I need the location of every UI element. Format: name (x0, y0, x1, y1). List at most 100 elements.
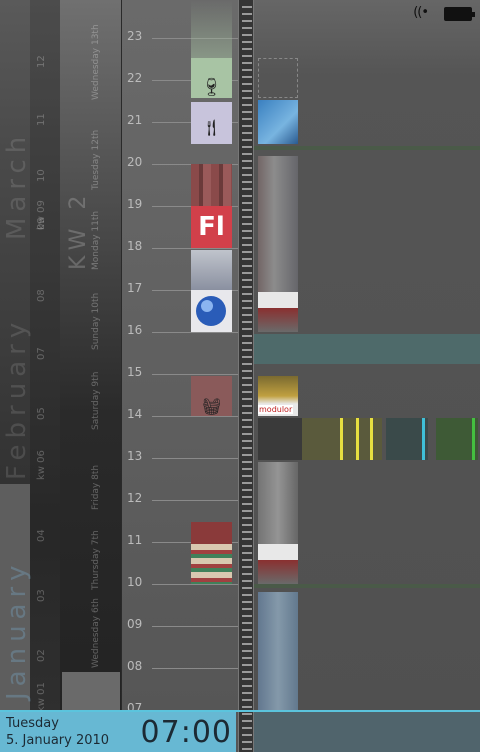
ruler-tick (242, 237, 252, 239)
ruler-tick (242, 405, 252, 407)
photo-streak (258, 592, 298, 710)
ruler-tick (242, 230, 252, 232)
current-weekday: Tuesday (6, 716, 59, 731)
ruler-tick (242, 104, 252, 106)
ruler-tick (242, 328, 252, 330)
ruler-tick (242, 125, 252, 127)
storefront-photo-2[interactable] (258, 544, 298, 584)
event-app[interactable] (191, 290, 232, 332)
current-date-panel[interactable]: Tuesday 5. January 2010 07:00 (0, 712, 236, 752)
ruler-tick (242, 664, 252, 666)
week-day-label: Saturday 9th (91, 371, 101, 430)
timeline-bar[interactable] (258, 418, 302, 460)
ruler-tick (242, 307, 252, 309)
current-time: 07:00 (140, 715, 232, 750)
day-number: 02 (36, 649, 47, 662)
calendar-week-label: KW 2 (66, 189, 91, 270)
ruler-tick (242, 433, 252, 435)
ruler-tick (242, 258, 252, 260)
ruler-tick (242, 510, 252, 512)
ruler-tick (242, 41, 252, 43)
shop-photo[interactable]: modulor (258, 376, 298, 416)
ruler-tick (242, 412, 252, 414)
ruler-tick (242, 384, 252, 386)
event-block[interactable] (191, 164, 232, 206)
current-time-bar[interactable]: Tuesday 5. January 2010 07:00 (0, 710, 480, 752)
ruler-tick (242, 55, 252, 57)
ruler-tick (242, 90, 252, 92)
ruler-tick (242, 321, 252, 323)
ruler-tick (242, 139, 252, 141)
ruler-tick (242, 461, 252, 463)
event-shopping[interactable]: 🧺︎ (191, 376, 232, 416)
ruler-tick (242, 391, 252, 393)
day-number: 11 (36, 113, 47, 126)
hour-row: 13 (122, 449, 238, 463)
divider-band (254, 584, 480, 588)
bar-marker (356, 418, 359, 460)
day-number: 09 (36, 217, 47, 230)
ruler-tick (242, 286, 252, 288)
ruler-tick (242, 517, 252, 519)
ruler-tick (242, 153, 252, 155)
empty-photo-slot[interactable] (258, 58, 298, 98)
ruler-tick (242, 293, 252, 295)
week-day-label: Monday 11th (91, 210, 101, 270)
ruler-tick (242, 48, 252, 50)
ruler-tick (242, 601, 252, 603)
ruler-tick (242, 629, 252, 631)
event-bookshelf[interactable] (191, 544, 232, 584)
timeline-bar[interactable] (436, 418, 478, 460)
storefront-photo[interactable] (258, 292, 298, 332)
ruler-tick (242, 559, 252, 561)
ruler-tick (242, 349, 252, 351)
ruler-tick (242, 398, 252, 400)
time-scrubber[interactable] (238, 0, 254, 752)
week-number: kw 06 (36, 450, 47, 480)
ruler-tick (242, 174, 252, 176)
hour-row: 14 (122, 407, 238, 421)
event-flash[interactable]: Fl (191, 206, 232, 248)
timeline-bar[interactable] (386, 418, 428, 460)
ruler-tick (242, 524, 252, 526)
day-number: 07 (36, 347, 47, 360)
ruler-tick (242, 482, 252, 484)
ruler-tick (242, 545, 252, 547)
day-number: 05 (36, 407, 47, 420)
ruler-tick (242, 111, 252, 113)
photo-streak (258, 156, 298, 292)
bar-marker (472, 418, 475, 460)
event-dinner[interactable]: 🍴︎ (191, 102, 232, 144)
ruler-tick (242, 454, 252, 456)
event-app-shade (191, 250, 232, 290)
building-photo[interactable] (258, 100, 298, 144)
hour-row: 15 (122, 365, 238, 379)
fl-icon: Fl (198, 212, 225, 242)
ruler-tick (242, 643, 252, 645)
ruler-tick (242, 188, 252, 190)
ruler-tick (242, 209, 252, 211)
week-day-label: Thursday 7th (91, 530, 101, 590)
day-number: 12 (36, 55, 47, 68)
ruler-tick (242, 118, 252, 120)
photo-streak (258, 462, 298, 544)
ruler-tick (242, 272, 252, 274)
ruler-tick (242, 265, 252, 267)
ruler-tick (242, 636, 252, 638)
ruler-tick (242, 622, 252, 624)
event-drinks[interactable]: 🍷︎ (191, 58, 232, 98)
ruler-tick (242, 356, 252, 358)
ruler-tick (242, 146, 252, 148)
ruler-tick (242, 671, 252, 673)
ruler-tick (242, 251, 252, 253)
ruler-tick (242, 377, 252, 379)
hour-row: 16 (122, 323, 238, 337)
highlight-band (254, 334, 480, 364)
week-number: kw 01 (36, 682, 47, 712)
ruler-tick (242, 216, 252, 218)
ruler-tick (242, 76, 252, 78)
app-icon (196, 296, 226, 326)
month-strip[interactable]: March February January kw 09 kw 06 kw 01… (0, 0, 60, 752)
timeline-bar[interactable] (302, 418, 382, 460)
ruler-tick (242, 335, 252, 337)
